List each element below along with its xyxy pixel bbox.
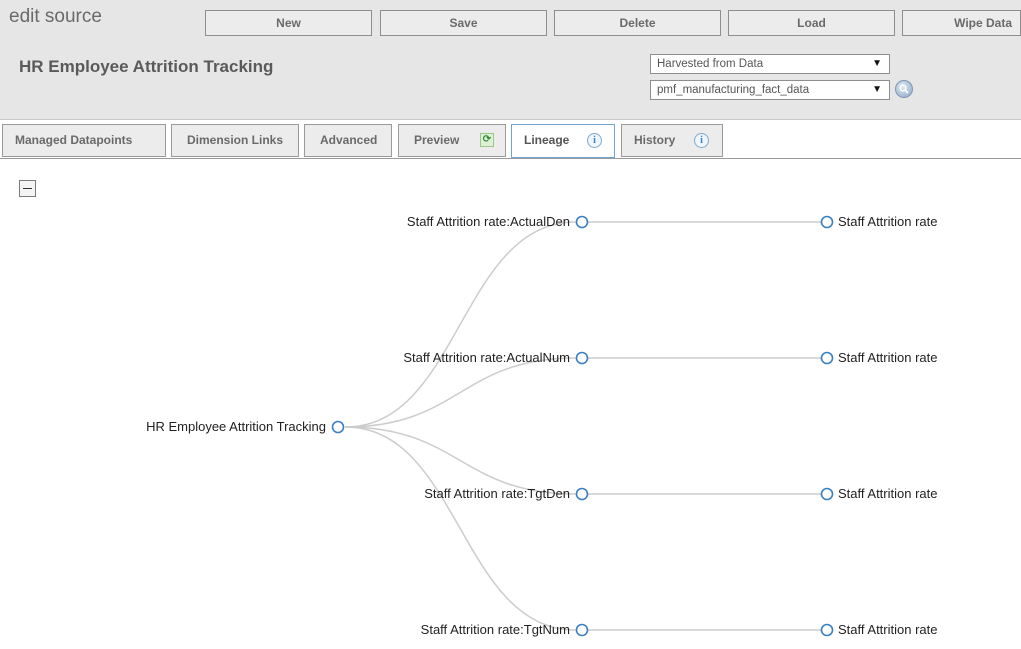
- tab-label: Dimension Links: [187, 133, 284, 147]
- lineage-leaf-3[interactable]: Staff Attrition rate: [820, 486, 938, 501]
- table-value: pmf_manufacturing_fact_data: [657, 84, 810, 96]
- save-button[interactable]: Save: [380, 10, 547, 36]
- table-select[interactable]: pmf_manufacturing_fact_data ▼: [650, 80, 890, 100]
- tab-label: Preview: [414, 133, 460, 147]
- lineage-leaf-4[interactable]: Staff Attrition rate: [820, 622, 938, 637]
- lineage-node-actualden[interactable]: Staff Attrition rate:ActualDen: [407, 214, 589, 229]
- page-title: HR Employee Attrition Tracking: [19, 57, 274, 76]
- dropdown-arrow-icon: ▼: [872, 84, 882, 95]
- tab-preview[interactable]: Preview ⟳: [398, 124, 506, 157]
- tab-bar: Managed Datapoints Dimension Links Advan…: [0, 124, 1021, 159]
- tab-label: Lineage: [524, 133, 570, 147]
- source-type-value: Harvested from Data: [657, 58, 764, 70]
- search-icon[interactable]: [895, 80, 913, 98]
- node-circle: [820, 487, 834, 501]
- wipe-data-button[interactable]: Wipe Data: [902, 10, 1021, 36]
- header-bar: edit source New Save Delete Load Wipe Da…: [0, 0, 1021, 120]
- node-label: Staff Attrition rate:TgtDen: [424, 486, 570, 501]
- info-icon[interactable]: i: [587, 133, 602, 148]
- lineage-diagram: HR Employee Attrition Tracking Staff Att…: [146, 214, 938, 637]
- lineage-node-root[interactable]: HR Employee Attrition Tracking: [146, 419, 345, 434]
- node-circle: [575, 215, 589, 229]
- tab-lineage[interactable]: Lineage i: [511, 124, 615, 158]
- dropdown-arrow-icon: ▼: [872, 58, 882, 69]
- lineage-node-tgtnum[interactable]: Staff Attrition rate:TgtNum: [421, 622, 589, 637]
- link-root-actualnum: [344, 357, 577, 428]
- node-label: Staff Attrition rate: [838, 214, 937, 229]
- node-circle: [575, 351, 589, 365]
- node-circle: [820, 623, 834, 637]
- node-circle: [575, 487, 589, 501]
- info-icon[interactable]: i: [694, 133, 709, 148]
- link-root-tgtnum: [344, 426, 577, 631]
- source-type-select[interactable]: Harvested from Data ▼: [650, 54, 890, 74]
- lineage-node-tgtden[interactable]: Staff Attrition rate:TgtDen: [424, 486, 589, 501]
- node-circle: [820, 215, 834, 229]
- tab-managed-datapoints[interactable]: Managed Datapoints: [2, 124, 166, 157]
- lineage-leaf-2[interactable]: Staff Attrition rate: [820, 350, 938, 365]
- link-root-actualden: [344, 221, 577, 428]
- delete-button[interactable]: Delete: [554, 10, 721, 36]
- tab-history[interactable]: History i: [621, 124, 723, 157]
- tab-label: Managed Datapoints: [15, 133, 133, 147]
- lineage-leaf-1[interactable]: Staff Attrition rate: [820, 214, 938, 229]
- refresh-icon[interactable]: ⟳: [480, 133, 494, 147]
- links: [344, 221, 821, 631]
- link-root-tgtden: [344, 426, 577, 495]
- node-label: Staff Attrition rate:TgtNum: [421, 622, 570, 637]
- load-button[interactable]: Load: [728, 10, 895, 36]
- node-label: Staff Attrition rate: [838, 622, 937, 637]
- node-circle: [820, 351, 834, 365]
- tab-label: History: [634, 133, 676, 147]
- node-label: HR Employee Attrition Tracking: [146, 419, 326, 434]
- app-label: edit source: [9, 6, 102, 27]
- lineage-node-actualnum[interactable]: Staff Attrition rate:ActualNum: [403, 350, 589, 365]
- node-circle: [331, 420, 345, 434]
- tab-label: Advanced: [320, 133, 378, 147]
- new-button[interactable]: New: [205, 10, 372, 36]
- node-label: Staff Attrition rate: [838, 486, 937, 501]
- node-label: Staff Attrition rate:ActualDen: [407, 214, 570, 229]
- node-circle: [575, 623, 589, 637]
- tab-advanced[interactable]: Advanced: [304, 124, 392, 157]
- node-label: Staff Attrition rate: [838, 350, 937, 365]
- node-label: Staff Attrition rate:ActualNum: [403, 350, 570, 365]
- tab-dimension-links[interactable]: Dimension Links: [171, 124, 299, 157]
